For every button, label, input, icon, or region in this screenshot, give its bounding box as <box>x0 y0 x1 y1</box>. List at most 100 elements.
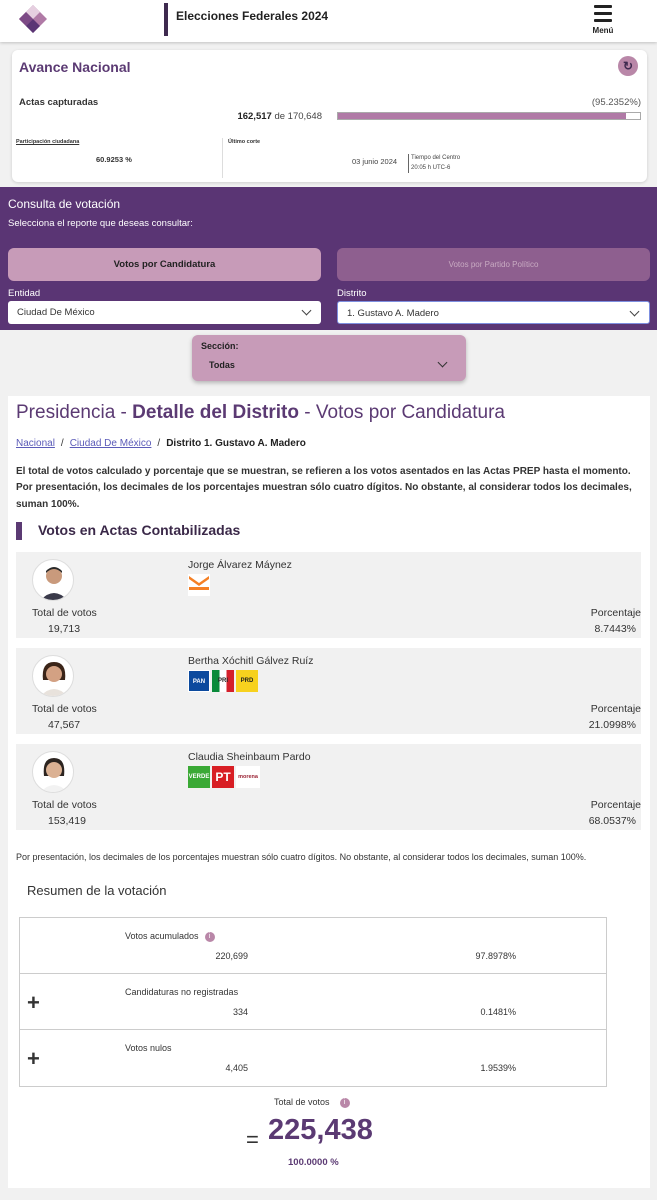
chevron-down-icon <box>437 357 448 368</box>
info-icon[interactable]: i <box>204 931 215 942</box>
votos-heading: Votos en Actas Contabilizadas <box>38 522 241 538</box>
candidate-name: Jorge Álvarez Máynez <box>188 559 292 571</box>
breadcrumb-separator: / <box>60 438 64 449</box>
candidate-card[interactable]: Jorge Álvarez Máynez Total de votos 19,7… <box>16 552 641 638</box>
prd-logo-icon: PRD <box>236 670 258 692</box>
seccion-select[interactable]: Sección: Todas <box>192 335 466 381</box>
porcentaje-label: Porcentaje <box>590 703 641 715</box>
entidad-select[interactable]: Ciudad De México <box>8 301 321 324</box>
actas-progress-bar <box>337 112 641 120</box>
divider <box>408 154 409 173</box>
menu-icon <box>594 5 612 8</box>
total-votos-value: 153,419 <box>48 815 86 827</box>
resumen-row-value: 4,405 <box>225 1063 248 1073</box>
resumen-row-pct: 1.9539% <box>480 1063 516 1073</box>
avance-title: Avance Nacional <box>19 59 131 75</box>
total-votos-summary-label: Total de votos i <box>274 1097 350 1108</box>
seccion-label: Sección: <box>201 341 239 351</box>
menu-label: Menú <box>592 26 614 35</box>
ine-logo-icon[interactable] <box>18 4 48 34</box>
resumen-table: Votos acumulados i 220,699 97.8978% + Can… <box>19 917 607 1087</box>
pt-logo-icon: PT <box>212 766 234 788</box>
breadcrumb-distrito: Distrito 1. Gustavo A. Madero <box>166 438 306 449</box>
total-votos-summary-text: Total de votos <box>274 1097 330 1107</box>
resumen-row-value: 220,699 <box>215 951 248 961</box>
top-header: Elecciones Federales 2024 Menú <box>0 0 657 42</box>
chevron-down-icon <box>629 306 640 317</box>
resumen-row-label-text: Votos acumulados <box>125 931 199 941</box>
total-votos-summary-pct: 100.0000 % <box>288 1157 339 1168</box>
resumen-row-label: Votos acumulados i <box>125 931 215 942</box>
title-part: - Votos por Candidatura <box>299 402 505 423</box>
candidate-card[interactable]: Claudia Sheinbaum Pardo VERDE PT morena … <box>16 744 641 830</box>
porcentaje-label: Porcentaje <box>590 607 641 619</box>
resumen-row-pct: 0.1481% <box>480 1007 516 1017</box>
refresh-icon: ↻ <box>622 59 634 73</box>
divider <box>222 138 223 178</box>
avatar <box>32 655 74 697</box>
candidate-card[interactable]: Bertha Xóchitl Gálvez Ruíz PAN PRI PRD T… <box>16 648 641 734</box>
info-icon[interactable]: i <box>339 1097 350 1108</box>
heading-accent-bar <box>16 522 22 540</box>
verde-logo-icon: VERDE <box>188 766 210 788</box>
actas-of: de <box>274 111 286 122</box>
menu-icon-bar <box>594 19 612 22</box>
votos-partido-button[interactable]: Votos por Partido Político <box>337 248 650 281</box>
title-part: Presidencia - <box>16 402 133 423</box>
actas-total: 170,648 <box>287 111 322 122</box>
votos-candidatura-button[interactable]: Votos por Candidatura <box>8 248 321 281</box>
distrito-select[interactable]: 1. Gustavo A. Madero <box>337 301 650 324</box>
chevron-down-icon <box>301 305 312 316</box>
porcentaje-value: 8.7443% <box>594 623 636 635</box>
avatar <box>32 751 74 793</box>
corte-timezone: Tiempo del Centro 20:05 h UTC-6 <box>411 153 460 173</box>
actas-count: 162,517 de 170,648 <box>182 111 322 122</box>
header-divider <box>164 3 168 36</box>
resumen-row-label: Votos nulos <box>125 1043 172 1053</box>
consulta-subtitle: Selecciona el reporte que deseas consult… <box>8 218 193 229</box>
resumen-row-pct: 97.8978% <box>475 951 516 961</box>
breadcrumb-nacional[interactable]: Nacional <box>16 438 55 449</box>
participacion-value: 60.9253 % <box>96 155 132 164</box>
menu-button[interactable]: Menú <box>590 3 618 37</box>
breadcrumb: Nacional / Ciudad De México / Distrito 1. Gu… <box>16 438 306 449</box>
consulta-title: Consulta de votación <box>8 197 121 211</box>
title-part-bold: Detalle del Distrito <box>132 402 299 423</box>
total-votos-label: Total de votos <box>32 607 97 619</box>
page-title: Presidencia - Detalle del Distrito - Vot… <box>16 402 505 424</box>
porcentaje-value: 68.0537% <box>588 815 636 827</box>
candidate-name: Claudia Sheinbaum Pardo <box>188 751 311 763</box>
distrito-value: 1. Gustavo A. Madero <box>347 308 439 319</box>
breadcrumb-separator: / <box>157 438 161 449</box>
refresh-button[interactable]: ↻ <box>618 56 638 76</box>
total-votos-summary-value: 225,438 <box>268 1114 373 1146</box>
entidad-label: Entidad <box>8 288 41 299</box>
actas-label: Actas capturadas <box>19 97 99 108</box>
entidad-value: Ciudad De México <box>17 307 95 318</box>
actas-captured: 162,517 <box>237 111 272 122</box>
menu-icon-bar <box>594 12 612 15</box>
corte-date: 03 junio 2024 <box>352 157 398 166</box>
pan-logo-icon: PAN <box>188 670 210 692</box>
porcentaje-label: Porcentaje <box>590 799 641 811</box>
corte-zone: Tiempo del Centro <box>411 155 461 161</box>
total-votos-label: Total de votos <box>32 799 97 811</box>
distrito-label: Distrito <box>337 288 367 299</box>
resumen-title: Resumen de la votación <box>27 883 167 898</box>
intro-text: El total de votos calculado y porcentaje… <box>16 466 632 510</box>
participacion-label[interactable]: Participación ciudadana <box>16 139 79 145</box>
avatar <box>32 559 74 601</box>
resumen-row: + Candidaturas no registradas 334 0.1481… <box>20 974 606 1030</box>
porcentaje-value: 21.0998% <box>588 719 636 731</box>
breadcrumb-entidad[interactable]: Ciudad De México <box>70 438 152 449</box>
footnote: Por presentación, los decimales de los p… <box>16 852 587 862</box>
plus-icon: + <box>27 990 40 1015</box>
resumen-row: + Votos nulos 4,405 1.9539% <box>20 1030 606 1086</box>
total-votos-value: 19,713 <box>48 623 81 635</box>
resumen-row-value: 334 <box>232 1007 248 1017</box>
avance-nacional-card: Avance Nacional ↻ Actas capturadas (95.2… <box>12 50 647 182</box>
corte-time: 20:05 h UTC-6 <box>411 165 451 171</box>
corte-label: Último corte <box>228 139 261 145</box>
consulta-section: Consulta de votación Selecciona el repor… <box>0 187 657 330</box>
morena-logo-icon: morena <box>236 766 260 788</box>
